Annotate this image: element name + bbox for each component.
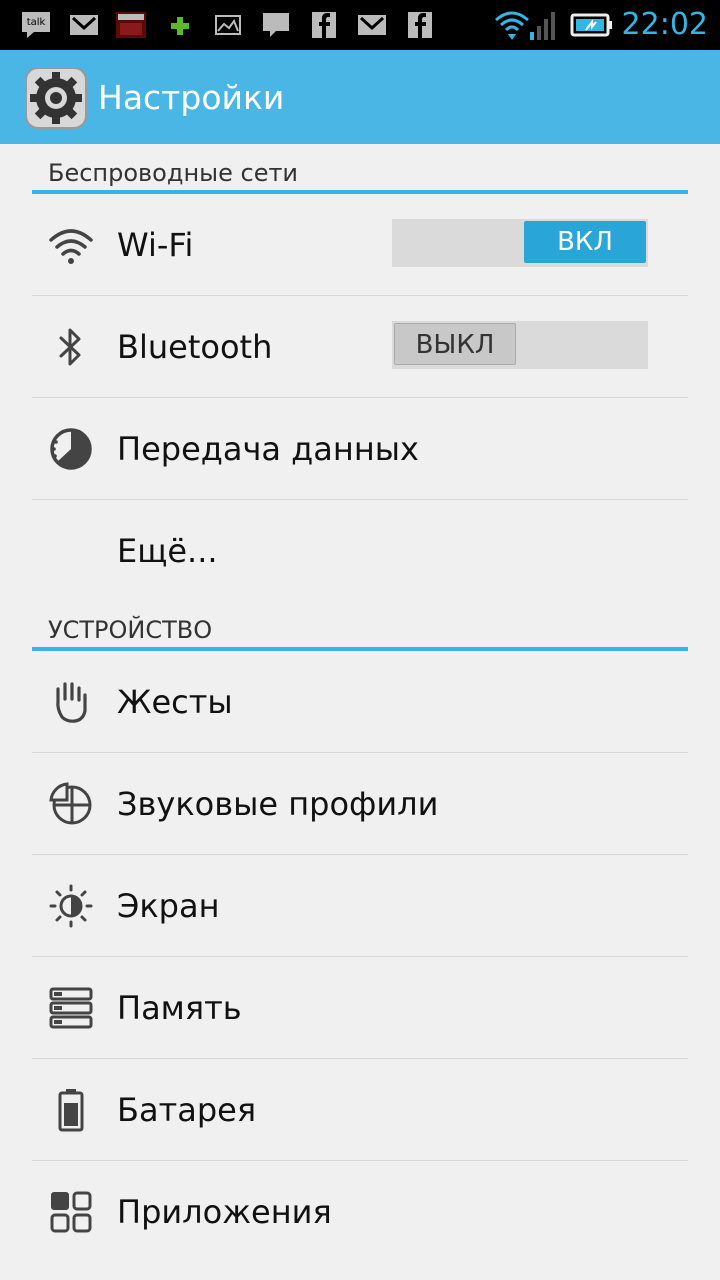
toggle-knob: ВКЛ <box>524 221 646 263</box>
battery-icon <box>58 1089 84 1132</box>
settings-item-label: Память <box>117 989 242 1027</box>
wifi-signal-icon <box>495 11 529 40</box>
clock: 22:02 <box>621 7 708 42</box>
settings-item-apps[interactable]: Приложения <box>32 1161 688 1262</box>
section-title: УСТРОЙСТВО <box>48 616 213 644</box>
settings-item-label: Экран <box>117 887 220 925</box>
settings-item-data-usage[interactable]: Передача данных <box>32 398 688 500</box>
hand-gesture-icon <box>56 682 87 723</box>
settings-item-battery[interactable]: Батарея <box>32 1059 688 1161</box>
brightness-icon <box>49 884 93 928</box>
settings-item-sound-profiles[interactable]: Звуковые профили <box>32 753 688 855</box>
settings-item-label: Жесты <box>117 683 233 721</box>
settings-item-label: Передача данных <box>117 430 419 468</box>
settings-item-bluetooth[interactable]: Bluetooth ВЫКЛ <box>32 296 688 398</box>
settings-item-label: Ещё... <box>117 532 218 570</box>
apps-icon <box>50 1191 92 1233</box>
settings-item-wifi[interactable]: Wi-Fi ВКЛ <box>32 194 688 296</box>
facebook-icon <box>408 12 432 38</box>
gallery-icon <box>215 15 241 35</box>
data-usage-icon <box>50 428 92 470</box>
settings-item-label: Приложения <box>117 1193 332 1231</box>
wifi-icon <box>49 229 93 264</box>
settings-gear-icon[interactable] <box>24 66 88 130</box>
gmail-icon <box>358 15 386 35</box>
toggle-knob: ВЫКЛ <box>394 323 516 365</box>
section-title: Беспроводные сети <box>48 159 299 187</box>
settings-item-label: Bluetooth <box>117 328 273 366</box>
section-header-device: УСТРОЙСТВО <box>32 601 688 651</box>
settings-item-label: Батарея <box>117 1091 257 1129</box>
status-bar: talk 22:02 <box>0 0 720 50</box>
section-header-wireless: Беспроводные сети <box>32 144 688 194</box>
plus-icon <box>171 17 189 35</box>
settings-item-more[interactable]: Ещё... <box>32 500 688 601</box>
settings-item-display[interactable]: Экран <box>32 855 688 957</box>
settings-item-label: Wi-Fi <box>117 226 194 264</box>
bluetooth-toggle[interactable]: ВЫКЛ <box>392 321 648 369</box>
video-icon <box>116 12 146 38</box>
settings-item-storage[interactable]: Память <box>32 957 688 1059</box>
settings-item-label: Звуковые профили <box>117 785 439 823</box>
gmail-icon <box>70 15 98 35</box>
svg-text:talk: talk <box>27 17 46 28</box>
sound-profiles-icon <box>49 782 92 825</box>
message-icon <box>263 13 289 37</box>
storage-icon <box>49 987 93 1029</box>
cell-signal-icon <box>530 12 555 40</box>
page-title: Настройки <box>98 78 285 117</box>
talk-icon: talk <box>22 12 50 38</box>
settings-item-gestures[interactable]: Жесты <box>32 651 688 753</box>
battery-status-icon <box>570 13 612 37</box>
wifi-toggle[interactable]: ВКЛ <box>392 219 648 267</box>
bluetooth-icon <box>59 328 81 366</box>
facebook-icon <box>312 12 336 38</box>
settings-list: Беспроводные сети Wi-Fi ВКЛ Bluetooth ВЫ… <box>0 144 720 1262</box>
action-bar: Настройки <box>0 50 720 144</box>
